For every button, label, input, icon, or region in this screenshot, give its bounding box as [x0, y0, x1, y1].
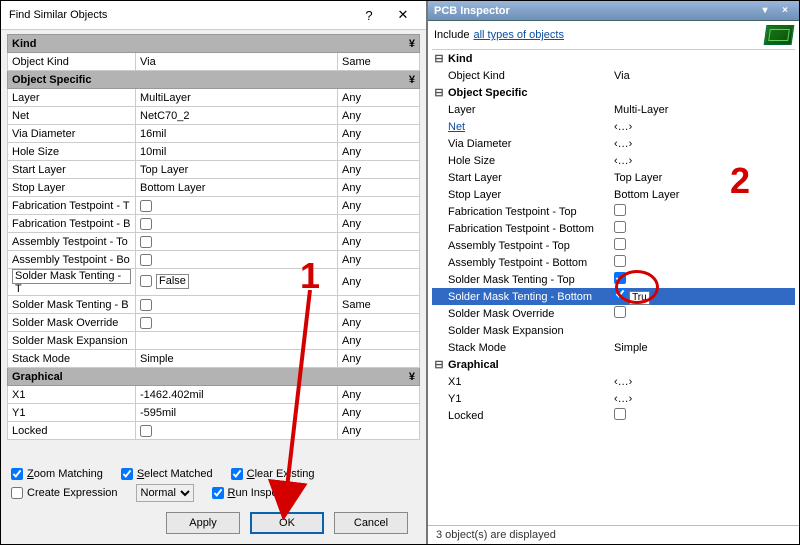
asm-tp-bot-checkbox[interactable]: [140, 254, 152, 266]
expression-mode-select[interactable]: Normal: [136, 484, 194, 502]
chevron-icon: ¥: [409, 371, 415, 383]
chevron-icon: ¥: [409, 74, 415, 86]
row-x1[interactable]: X1-1462.402milAny: [8, 386, 420, 404]
opt-select-matched[interactable]: Select Matched: [121, 468, 213, 480]
dialog-options: Zoom Matching Select Matched Clear Exist…: [1, 462, 426, 504]
irow-x1[interactable]: X1‹…›: [432, 373, 795, 390]
close-button[interactable]: ✕: [386, 4, 420, 26]
inspector-status: 3 object(s) are displayed: [428, 525, 799, 544]
irow-fab-tp-top[interactable]: Fabrication Testpoint - Top: [432, 203, 795, 220]
net-link[interactable]: Net: [448, 121, 465, 133]
inspector-titlebar: PCB Inspector ▾ ×: [428, 1, 799, 21]
dialog-title: Find Similar Objects: [9, 9, 352, 21]
row-net[interactable]: NetNetC70_2Any: [8, 107, 420, 125]
close-icon[interactable]: ×: [777, 4, 793, 18]
cancel-button[interactable]: Cancel: [334, 512, 408, 534]
iasm-tp-bot-checkbox[interactable]: [614, 255, 626, 267]
locked-checkbox[interactable]: [140, 425, 152, 437]
ismt-bot-checkbox[interactable]: [614, 288, 626, 300]
irow-stop-layer[interactable]: Stop LayerBottom Layer: [432, 186, 795, 203]
row-asm-tp-top[interactable]: Assembly Testpoint - ToAny: [8, 233, 420, 251]
chevron-icon: ¥: [409, 38, 415, 50]
ifab-tp-bot-checkbox[interactable]: [614, 221, 626, 233]
row-stop-layer[interactable]: Stop LayerBottom LayerAny: [8, 179, 420, 197]
irow-object-kind[interactable]: Object KindVia: [432, 67, 795, 84]
irow-smt-top[interactable]: Solder Mask Tenting - Top: [432, 271, 795, 288]
irow-stack-mode[interactable]: Stack ModeSimple: [432, 339, 795, 356]
fab-tp-top-checkbox[interactable]: [140, 200, 152, 212]
ilocked-checkbox[interactable]: [614, 408, 626, 420]
include-filter-link[interactable]: all types of objects: [473, 29, 564, 41]
section-graphical[interactable]: Graphical¥: [8, 368, 420, 386]
pcb-chip-icon: [764, 25, 795, 45]
dropdown-icon[interactable]: ▾: [757, 4, 773, 18]
irow-net[interactable]: Net‹…›: [432, 118, 795, 135]
row-locked[interactable]: LockedAny: [8, 422, 420, 440]
isec-object-specific[interactable]: ⊟Object Specific: [432, 84, 795, 101]
inspector-grid: ⊟Kind Object KindVia ⊟Object Specific La…: [432, 49, 795, 525]
row-asm-tp-bot[interactable]: Assembly Testpoint - BoAny: [8, 251, 420, 269]
pcb-inspector-panel: PCB Inspector ▾ × Include all types of o…: [428, 1, 799, 544]
inspector-title: PCB Inspector: [434, 5, 510, 17]
irow-y1[interactable]: Y1‹…›: [432, 390, 795, 407]
find-similar-objects-dialog: Find Similar Objects ? ✕ Kind¥ Object Ki…: [1, 1, 428, 544]
irow-layer[interactable]: LayerMulti-Layer: [432, 101, 795, 118]
ismt-top-checkbox[interactable]: [614, 272, 626, 284]
smt-bot-checkbox[interactable]: [140, 299, 152, 311]
apply-button[interactable]: Apply: [166, 512, 240, 534]
asm-tp-top-checkbox[interactable]: [140, 236, 152, 248]
row-layer[interactable]: LayerMultiLayerAny: [8, 89, 420, 107]
irow-sm-override[interactable]: Solder Mask Override: [432, 305, 795, 322]
row-via-diameter[interactable]: Via Diameter16milAny: [8, 125, 420, 143]
row-y1[interactable]: Y1-595milAny: [8, 404, 420, 422]
section-kind[interactable]: Kind¥: [8, 35, 420, 53]
help-button[interactable]: ?: [352, 4, 386, 26]
criteria-grid: Kind¥ Object Kind Via Same Object Specif…: [7, 34, 420, 440]
section-object-specific[interactable]: Object Specific¥: [8, 71, 420, 89]
smt-top-checkbox[interactable]: [140, 275, 152, 287]
row-start-layer[interactable]: Start LayerTop LayerAny: [8, 161, 420, 179]
row-sm-override[interactable]: Solder Mask OverrideAny: [8, 314, 420, 332]
irow-via-diameter[interactable]: Via Diameter‹…›: [432, 135, 795, 152]
inspector-include: Include all types of objects: [428, 21, 799, 49]
sm-override-checkbox[interactable]: [140, 317, 152, 329]
opt-zoom-matching[interactable]: Zoom Matching: [11, 468, 103, 480]
ismt-bot-edit[interactable]: Tru: [629, 291, 650, 305]
opt-run-inspector[interactable]: Run Inspector: [212, 484, 297, 502]
row-stack-mode[interactable]: Stack ModeSimpleAny: [8, 350, 420, 368]
row-smt-bot[interactable]: Solder Mask Tenting - BSame: [8, 296, 420, 314]
dialog-titlebar: Find Similar Objects ? ✕: [1, 1, 426, 30]
irow-start-layer[interactable]: Start LayerTop Layer: [432, 169, 795, 186]
isec-graphical[interactable]: ⊟Graphical: [432, 356, 795, 373]
ok-button[interactable]: OK: [250, 512, 324, 534]
irow-asm-tp-bot[interactable]: Assembly Testpoint - Bottom: [432, 254, 795, 271]
irow-sm-expansion[interactable]: Solder Mask Expansion: [432, 322, 795, 339]
opt-clear-existing[interactable]: Clear Existing: [231, 468, 315, 480]
isec-kind[interactable]: ⊟Kind: [432, 50, 795, 67]
row-hole-size[interactable]: Hole Size10milAny: [8, 143, 420, 161]
iasm-tp-top-checkbox[interactable]: [614, 238, 626, 250]
dialog-buttons: Apply OK Cancel: [1, 504, 426, 544]
irow-locked[interactable]: Locked: [432, 407, 795, 424]
irow-asm-tp-top[interactable]: Assembly Testpoint - Top: [432, 237, 795, 254]
irow-smt-bot[interactable]: Solder Mask Tenting - Bottom Tru: [432, 288, 795, 305]
row-smt-top[interactable]: Solder Mask Tenting - T False Any: [8, 269, 420, 296]
smt-top-value[interactable]: False: [156, 274, 189, 289]
fab-tp-bot-checkbox[interactable]: [140, 218, 152, 230]
row-object-kind[interactable]: Object Kind Via Same: [8, 53, 420, 71]
row-fab-tp-top[interactable]: Fabrication Testpoint - TAny: [8, 197, 420, 215]
irow-fab-tp-bot[interactable]: Fabrication Testpoint - Bottom: [432, 220, 795, 237]
ism-override-checkbox[interactable]: [614, 306, 626, 318]
row-sm-expansion[interactable]: Solder Mask ExpansionAny: [8, 332, 420, 350]
row-fab-tp-bot[interactable]: Fabrication Testpoint - BAny: [8, 215, 420, 233]
ifab-tp-top-checkbox[interactable]: [614, 204, 626, 216]
irow-hole-size[interactable]: Hole Size‹…›: [432, 152, 795, 169]
opt-create-expression[interactable]: Create Expression: [11, 484, 118, 502]
